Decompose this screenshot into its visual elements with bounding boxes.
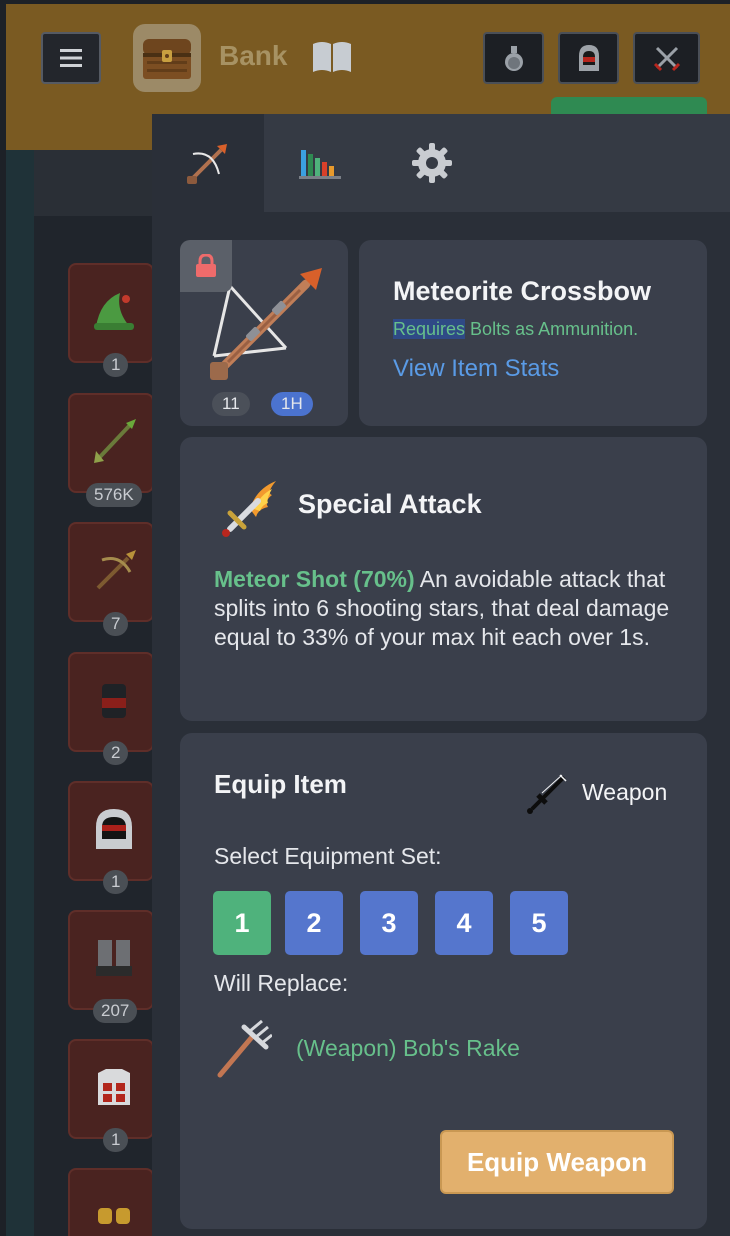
item-image-card[interactable]: 11 1H <box>180 240 348 426</box>
equipment-set-button[interactable]: 3 <box>360 891 418 955</box>
gloves-icon <box>90 1192 138 1236</box>
rake-icon <box>217 1019 272 1078</box>
bank-label: Bank <box>219 40 288 71</box>
replaced-item-name: (Weapon) Bob's Rake <box>296 1035 520 1061</box>
bank-slot[interactable] <box>68 1168 154 1236</box>
gear-icon <box>412 143 452 183</box>
equipment-button[interactable] <box>558 32 619 84</box>
crossbow-icon <box>90 546 138 594</box>
hand-type-badge: 1H <box>271 392 313 416</box>
menu-button[interactable] <box>41 32 101 84</box>
book-icon[interactable] <box>311 40 353 79</box>
helmet-icon <box>578 45 599 71</box>
potion-icon <box>504 46 523 71</box>
bank-slot[interactable] <box>68 522 154 622</box>
lock-badge[interactable] <box>180 240 232 292</box>
bank-slot[interactable] <box>68 263 154 363</box>
boots-icon <box>90 934 138 982</box>
item-quantity-badge: 11 <box>212 392 250 416</box>
bank-slot[interactable] <box>68 393 154 493</box>
special-attack-title: Special Attack <box>298 489 482 519</box>
requirement-text: Requires Bolts as Ammunition. <box>393 319 638 340</box>
bank-chest-button[interactable] <box>133 24 201 92</box>
special-attack-description: Meteor Shot (70%) An avoidable attack th… <box>214 565 684 652</box>
requirement-label: Requires <box>393 319 466 339</box>
equipment-set-button[interactable]: 4 <box>435 891 493 955</box>
hamburger-icon <box>60 49 82 67</box>
bank-slot-count: 576K <box>86 483 142 507</box>
bank-slot[interactable] <box>68 781 154 881</box>
panel-tabs <box>152 114 730 212</box>
combat-button[interactable] <box>633 32 700 84</box>
item-info-card: Meteorite Crossbow Requires Bolts as Amm… <box>359 240 707 426</box>
item-name: Meteorite Crossbow <box>393 276 652 306</box>
equip-item-card: Equip Item Weapon Select Equipment Set: … <box>180 733 707 1229</box>
equipment-slot-label: Weapon <box>582 779 668 805</box>
item-panel: 11 1H Meteorite Crossbow Requires Bolts … <box>152 114 730 1236</box>
arrow-icon <box>90 417 138 465</box>
tab-settings[interactable] <box>376 114 488 212</box>
bank-slot-count: 207 <box>93 999 138 1023</box>
bank-background-edge <box>6 150 34 1236</box>
equipment-set-button[interactable]: 2 <box>285 891 343 955</box>
view-item-stats-link[interactable]: View Item Stats <box>393 355 559 383</box>
bank-slot[interactable] <box>68 910 154 1010</box>
flaming-sword-icon <box>222 481 276 537</box>
equip-weapon-button[interactable]: Equip Weapon <box>440 1130 674 1194</box>
equip-item-title: Equip Item <box>214 769 347 799</box>
select-set-label: Select Equipment Set: <box>214 843 442 869</box>
special-attack-name: Meteor Shot (70%) <box>214 566 415 592</box>
will-replace-label: Will Replace: <box>214 970 349 996</box>
sword-icon <box>527 774 567 814</box>
tab-stats[interactable] <box>264 114 376 212</box>
hood-icon <box>90 805 138 853</box>
equipment-set-button[interactable]: 5 <box>510 891 568 955</box>
special-attack-card: Special Attack Meteor Shot (70%) An avoi… <box>180 437 707 721</box>
equipment-set-button[interactable]: 1 <box>213 891 271 955</box>
potion-button[interactable] <box>483 32 544 84</box>
bank-slot[interactable] <box>68 652 154 752</box>
armor-icon <box>90 676 138 724</box>
crossbow-icon <box>187 144 227 184</box>
tab-item[interactable] <box>152 114 264 212</box>
lock-icon <box>196 254 216 277</box>
treasure-chest-icon <box>143 39 191 79</box>
platebody-icon <box>90 1063 138 1111</box>
requirement-detail: Bolts as Ammunition. <box>465 319 639 339</box>
crossed-swords-icon <box>653 46 680 72</box>
bank-slot[interactable] <box>68 1039 154 1139</box>
elf-hat-icon <box>90 287 138 335</box>
bank-background-strip <box>34 150 153 216</box>
bar-chart-icon <box>299 150 341 179</box>
